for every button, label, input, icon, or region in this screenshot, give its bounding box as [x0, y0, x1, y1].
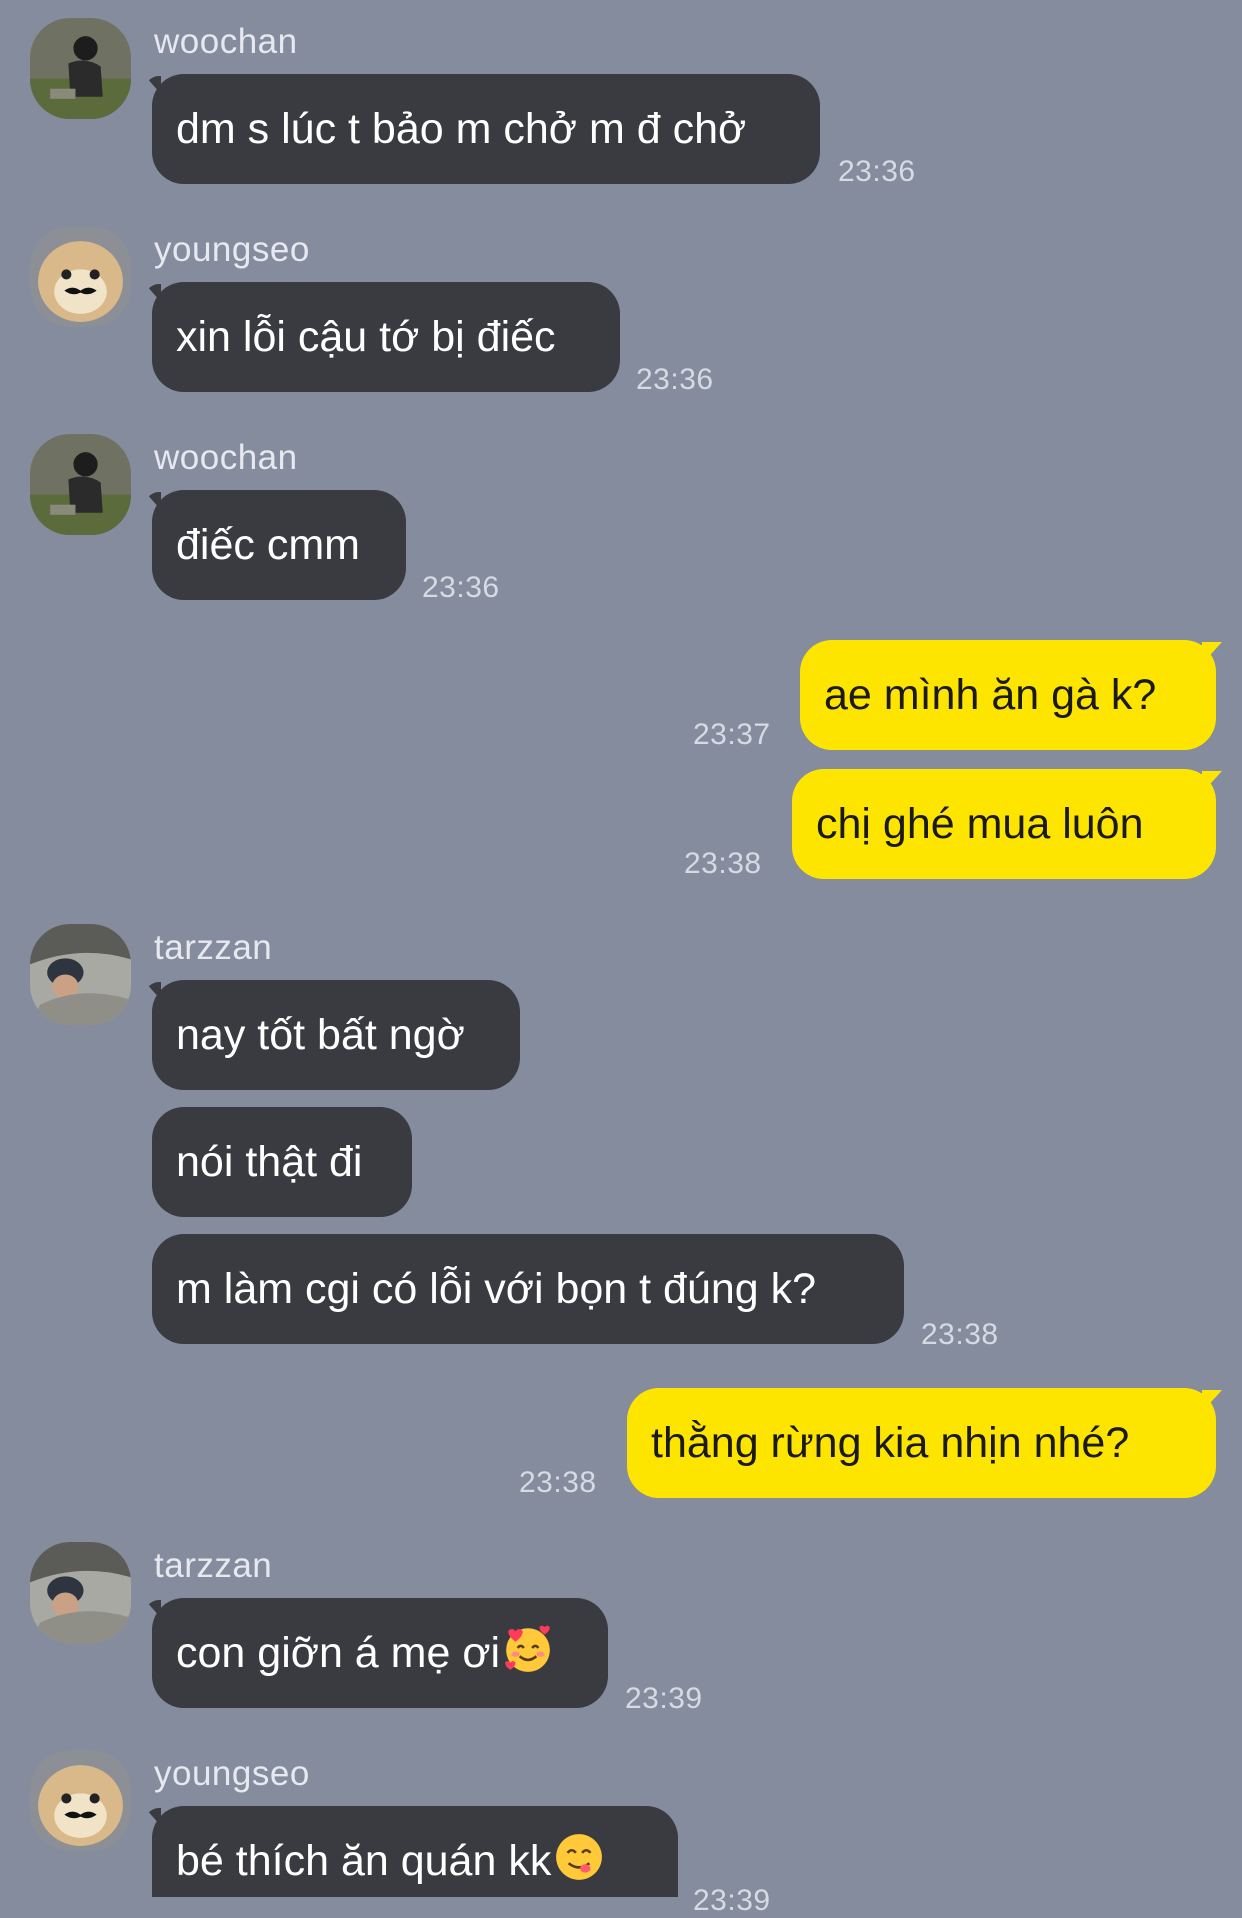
sender-name: tarzzan	[154, 1546, 273, 1585]
smiling-face-with-hearts-icon	[505, 1625, 550, 1672]
avatar-photo-tarzzan	[30, 1542, 131, 1643]
avatar-tarzzan[interactable]	[30, 924, 131, 1025]
avatar-photo-youngseo	[30, 226, 131, 327]
timestamp: 23:38	[684, 847, 762, 880]
message-bubble[interactable]: điếc cmm	[152, 490, 406, 600]
avatar-photo-woochan	[30, 434, 131, 535]
avatar-youngseo[interactable]	[30, 1750, 131, 1851]
timestamp: 23:36	[636, 363, 714, 396]
face-savoring-food-icon	[556, 1834, 603, 1880]
message-bubble[interactable]: xin lỗi cậu tớ bị điếc	[152, 282, 620, 392]
avatar-youngseo[interactable]	[30, 226, 131, 327]
sender-name: youngseo	[154, 1754, 310, 1793]
timestamp: 23:36	[422, 571, 500, 604]
avatar-photo-youngseo	[30, 1750, 131, 1851]
message-bubble[interactable]: nói thật đi	[152, 1107, 412, 1217]
sender-name: woochan	[154, 438, 298, 477]
avatar-photo-tarzzan	[30, 924, 131, 1025]
message-bubble[interactable]: nay tốt bất ngờ	[152, 980, 520, 1090]
sender-name: tarzzan	[154, 928, 273, 967]
timestamp: 23:38	[519, 1466, 597, 1499]
timestamp: 23:36	[838, 155, 916, 188]
message-bubble[interactable]: thằng rừng kia nhịn nhé?	[627, 1388, 1216, 1498]
timestamp: 23:39	[693, 1884, 771, 1917]
avatar-woochan[interactable]	[30, 434, 131, 535]
sender-name: youngseo	[154, 230, 310, 269]
message-bubble[interactable]: m làm cgi có lỗi với bọn t đúng k?	[152, 1234, 904, 1344]
avatar-woochan[interactable]	[30, 18, 131, 119]
message-bubble[interactable]: con giỡn á mẹ ơi	[152, 1598, 608, 1708]
timestamp: 23:37	[693, 718, 771, 751]
message-text: bé thích ăn quán kk	[176, 1837, 552, 1885]
sender-name: woochan	[154, 22, 298, 61]
avatar-tarzzan[interactable]	[30, 1542, 131, 1643]
timestamp: 23:38	[921, 1318, 999, 1351]
avatar-photo-woochan	[30, 18, 131, 119]
message-bubble[interactable]: chị ghé mua luôn	[792, 769, 1216, 879]
message-bubble[interactable]: bé thích ăn quán kk	[152, 1806, 678, 1897]
message-bubble[interactable]: dm s lúc t bảo m chở m đ chở	[152, 74, 820, 184]
timestamp: 23:39	[625, 1682, 703, 1715]
message-bubble[interactable]: ae mình ăn gà k?	[800, 640, 1216, 750]
message-text: con giỡn á mẹ ơi	[176, 1629, 501, 1677]
